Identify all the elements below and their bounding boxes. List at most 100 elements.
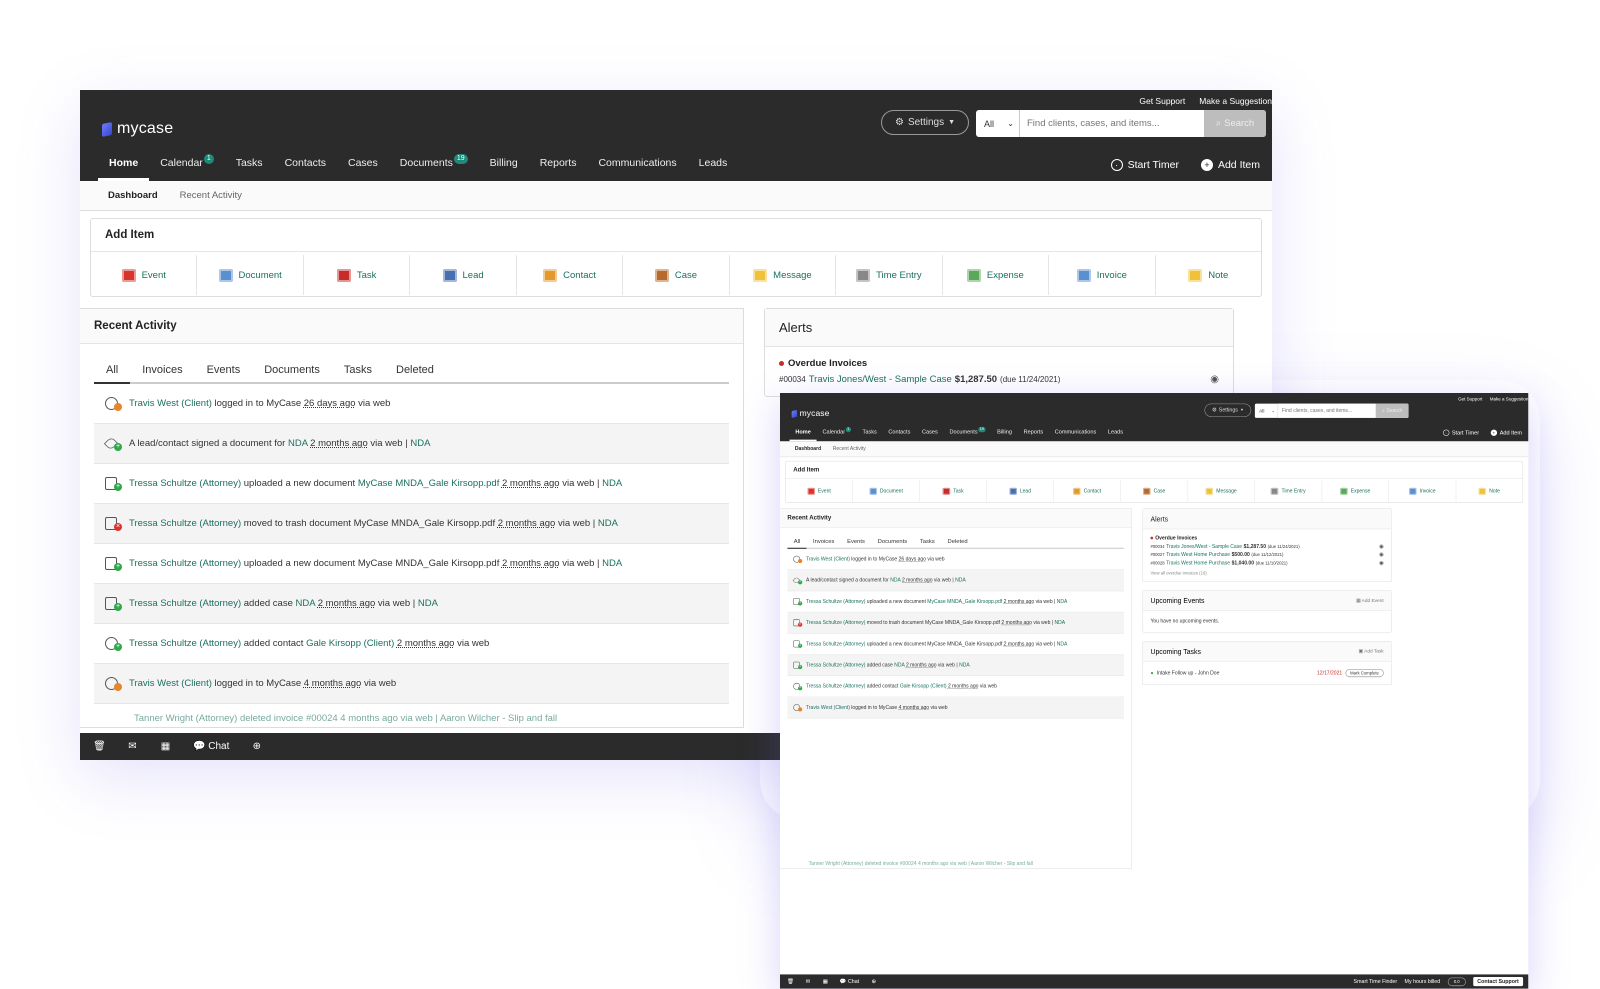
search-input[interactable] xyxy=(1020,110,1204,137)
tab-documents[interactable]: Documents xyxy=(252,359,332,382)
nav-item-documents[interactable]: Documents 19 xyxy=(944,425,992,441)
add-event-button[interactable]: ▦ Add Event xyxy=(1356,598,1384,604)
eye-icon[interactable]: ◉ xyxy=(1379,544,1384,550)
activity-actor-link[interactable]: Travis West (Client) xyxy=(806,705,850,711)
make-suggestion-link[interactable]: Make a Suggestion xyxy=(1490,396,1529,401)
start-timer-button[interactable]: · Start Timer xyxy=(1442,429,1479,436)
add-contact-button[interactable]: Contact xyxy=(1054,480,1121,502)
activity-object-link[interactable]: NDA xyxy=(288,438,308,449)
add-message-button[interactable]: Message xyxy=(1188,480,1255,502)
subnav-dashboard[interactable]: Dashboard xyxy=(108,190,158,201)
nav-item-documents[interactable]: Documents 19 xyxy=(389,151,479,181)
nav-item-home[interactable]: Home xyxy=(98,151,150,181)
search-button[interactable]: ⌕ Search xyxy=(1375,403,1409,418)
mail-icon[interactable]: ✉ xyxy=(805,979,811,985)
tab-all[interactable]: All xyxy=(94,359,131,384)
activity-case-link[interactable]: NDA xyxy=(1057,599,1068,605)
activity-actor-link[interactable]: Tressa Schultze (Attorney) xyxy=(806,641,865,647)
mail-icon[interactable]: ✉ xyxy=(127,741,138,752)
nav-item-billing[interactable]: Billing xyxy=(991,425,1018,441)
tab-invoices[interactable]: Invoices xyxy=(807,536,841,548)
get-support-link[interactable]: Get Support xyxy=(1139,96,1185,106)
tab-deleted[interactable]: Deleted xyxy=(941,536,974,548)
nav-item-calendar[interactable]: Calendar 1 xyxy=(149,151,225,181)
add-invoice-button[interactable]: Invoice xyxy=(1389,480,1457,502)
contact-support-button[interactable]: Contact Support xyxy=(1473,977,1524,987)
activity-actor-link[interactable]: Travis West (Client) xyxy=(129,398,212,409)
add-task-button[interactable]: ▣ Add Task xyxy=(1359,648,1384,654)
settings-button[interactable]: ⚙ Settings ▼ xyxy=(1204,403,1252,417)
activity-actor-link[interactable]: Tressa Schultze (Attorney) xyxy=(129,598,241,609)
nav-item-leads[interactable]: Leads xyxy=(688,151,739,181)
mycase-logo[interactable]: mycase xyxy=(791,409,830,419)
trash-icon[interactable]: 🗑 xyxy=(93,741,106,752)
chat-button[interactable]: 💬 Chat xyxy=(840,979,859,985)
add-lead-button[interactable]: Lead xyxy=(987,480,1054,502)
trash-icon[interactable]: 🗑 xyxy=(787,979,794,985)
nav-item-calendar[interactable]: Calendar 1 xyxy=(817,425,857,441)
activity-object-link[interactable]: NDA xyxy=(296,598,316,609)
hours-billed-toggle[interactable]: 0.0 xyxy=(1447,977,1466,986)
activity-actor-link[interactable]: Tressa Schultze (Attorney) xyxy=(129,478,241,489)
mark-complete-button[interactable]: Mark Complete xyxy=(1345,669,1384,678)
get-support-link[interactable]: Get Support xyxy=(1458,396,1482,401)
invoice-case-link[interactable]: Travis West Home Purchase xyxy=(1166,560,1230,566)
view-all-overdue-link[interactable]: View all overdue invoices (16) xyxy=(1150,571,1383,576)
activity-actor-link[interactable]: Tressa Schultze (Attorney) xyxy=(129,638,241,649)
nav-item-home[interactable]: Home xyxy=(789,425,817,442)
activity-object-link[interactable]: NDA xyxy=(894,662,904,668)
activity-case-link[interactable]: NDA xyxy=(1057,641,1068,647)
start-timer-button[interactable]: · Start Timer xyxy=(1110,159,1179,171)
activity-case-link[interactable]: NDA xyxy=(959,662,970,668)
add-item-button[interactable]: + Add Item xyxy=(1490,429,1522,436)
tab-invoices[interactable]: Invoices xyxy=(130,359,194,382)
activity-object-link[interactable]: Gale Kirsopp (Client) xyxy=(900,683,947,689)
activity-case-link[interactable]: NDA xyxy=(598,518,618,529)
nav-item-leads[interactable]: Leads xyxy=(1102,425,1129,441)
add-time-entry-button[interactable]: Time Entry xyxy=(1255,480,1322,502)
activity-object-link[interactable]: MyCase MNDA_Gale Kirsopp.pdf xyxy=(358,478,500,489)
add-contact-button[interactable]: Contact xyxy=(517,255,624,295)
add-event-button[interactable]: Event xyxy=(91,255,198,295)
activity-case-link[interactable]: NDA xyxy=(602,478,622,489)
make-suggestion-link[interactable]: Make a Suggestion xyxy=(1199,96,1272,106)
activity-case-link[interactable]: NDA xyxy=(1054,620,1065,626)
nav-item-reports[interactable]: Reports xyxy=(1018,425,1049,441)
nav-item-billing[interactable]: Billing xyxy=(479,151,529,181)
activity-actor-link[interactable]: Travis West (Client) xyxy=(806,556,850,562)
subnav-dashboard[interactable]: Dashboard xyxy=(795,446,821,452)
tab-tasks[interactable]: Tasks xyxy=(913,536,941,548)
add-document-button[interactable]: Document xyxy=(853,480,920,502)
add-event-button[interactable]: Event xyxy=(786,480,853,502)
nav-item-tasks[interactable]: Tasks xyxy=(857,425,883,441)
activity-actor-link[interactable]: Tressa Schultze (Attorney) xyxy=(806,683,865,689)
add-task-button[interactable]: Task xyxy=(920,480,987,502)
tab-events[interactable]: Events xyxy=(195,359,253,382)
smart-time-finder-button[interactable]: Smart Time Finder xyxy=(1354,979,1398,985)
search-scope-select[interactable]: All ⌄ xyxy=(1255,403,1279,418)
calculator-icon[interactable]: ▦ xyxy=(160,741,171,752)
plus-circle-icon[interactable]: ⊕ xyxy=(251,741,262,752)
invoice-case-link[interactable]: Travis West Home Purchase xyxy=(1166,552,1230,558)
add-invoice-button[interactable]: Invoice xyxy=(1049,255,1156,295)
plus-circle-icon[interactable]: ⊕ xyxy=(871,979,877,985)
tab-documents[interactable]: Documents xyxy=(871,536,913,548)
add-expense-button[interactable]: Expense xyxy=(1322,480,1390,502)
activity-actor-link[interactable]: Tressa Schultze (Attorney) xyxy=(806,662,865,668)
activity-case-link[interactable]: NDA xyxy=(410,438,430,449)
activity-case-link[interactable]: NDA xyxy=(602,558,622,569)
activity-actor-link[interactable]: Tressa Schultze (Attorney) xyxy=(129,558,241,569)
nav-item-tasks[interactable]: Tasks xyxy=(225,151,274,181)
add-note-button[interactable]: Note xyxy=(1156,255,1261,295)
add-lead-button[interactable]: Lead xyxy=(410,255,517,295)
search-input[interactable] xyxy=(1278,403,1376,418)
add-expense-button[interactable]: Expense xyxy=(943,255,1050,295)
eye-icon[interactable]: ◉ xyxy=(1379,552,1384,558)
activity-case-link[interactable]: NDA xyxy=(418,598,438,609)
nav-item-communications[interactable]: Communications xyxy=(1049,425,1102,441)
tab-tasks[interactable]: Tasks xyxy=(332,359,384,382)
mycase-logo[interactable]: mycase xyxy=(102,120,173,138)
eye-icon[interactable]: ◉ xyxy=(1210,374,1219,385)
activity-actor-link[interactable]: Travis West (Client) xyxy=(129,678,212,689)
add-note-button[interactable]: Note xyxy=(1456,480,1522,501)
